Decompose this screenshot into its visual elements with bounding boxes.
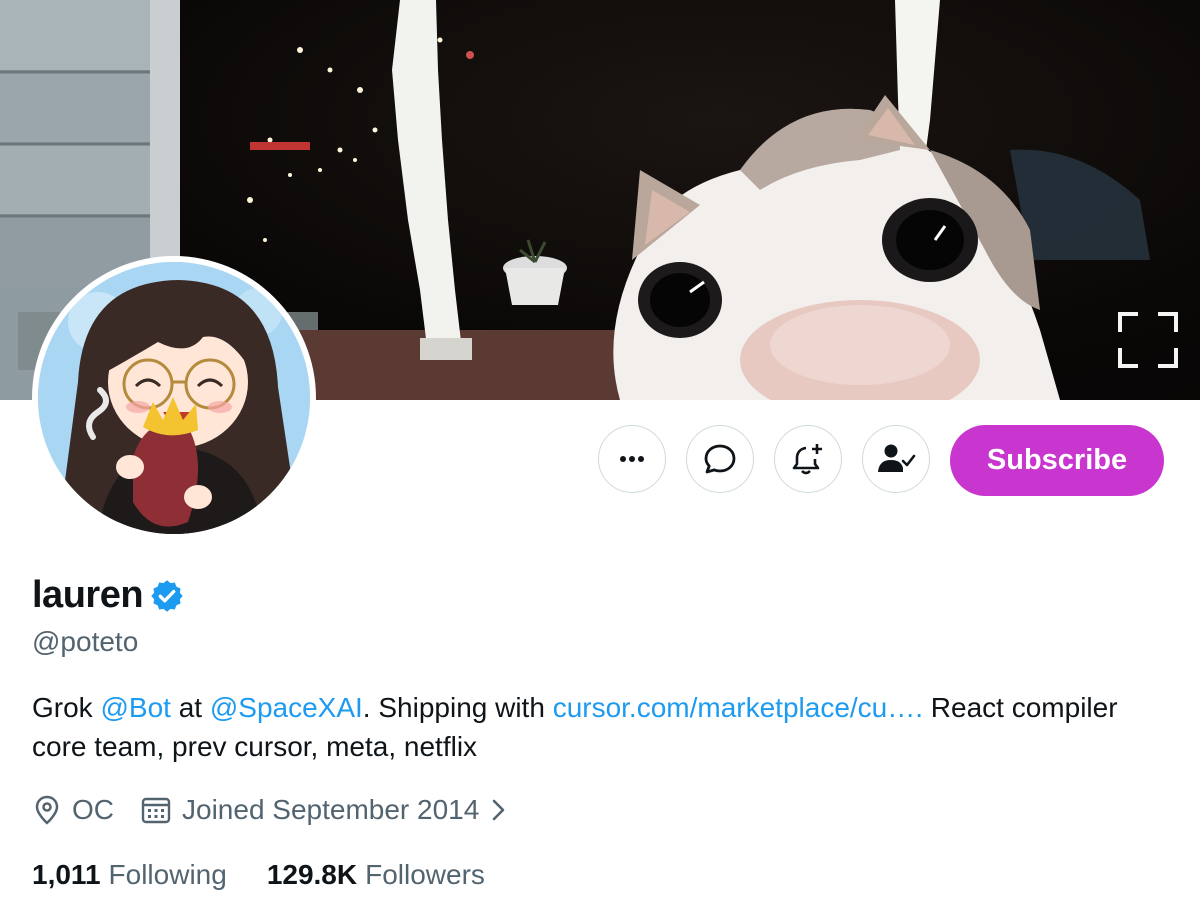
- location-item: OC: [32, 794, 114, 826]
- display-name: lauren: [32, 573, 144, 616]
- bio-text: . Shipping with: [362, 692, 553, 723]
- expand-banner-button[interactable]: [1112, 308, 1184, 372]
- followers-label: Followers: [365, 859, 485, 890]
- joined-date-text: Joined September 2014: [182, 794, 480, 825]
- profile-avatar[interactable]: [32, 256, 316, 540]
- following-button[interactable]: [862, 425, 930, 493]
- followers-stat-link[interactable]: 129.8K Followers: [267, 859, 485, 891]
- subscribe-button[interactable]: Subscribe: [950, 425, 1164, 496]
- following-count: 1,011: [32, 859, 101, 890]
- following-label: Following: [108, 859, 227, 890]
- fullscreen-icon: [1118, 312, 1178, 368]
- location-text: OC: [72, 794, 114, 825]
- calendar-icon: [141, 797, 171, 824]
- location-pin-icon: [35, 795, 59, 825]
- chevron-right-icon: [493, 799, 505, 821]
- user-handle: @poteto: [32, 626, 139, 657]
- following-user-icon: [878, 444, 916, 472]
- bio-url-link[interactable]: cursor.com/marketplace/cu….: [553, 692, 923, 723]
- avatar-illustration: [38, 262, 310, 534]
- mention-link-spacexai[interactable]: @SpaceXAI: [210, 692, 363, 723]
- profile-bio: Grok @Bot at @SpaceXAI. Shipping with cu…: [32, 688, 1152, 766]
- message-icon: [704, 444, 736, 474]
- notification-bell-icon: [792, 444, 822, 475]
- more-options-button[interactable]: [598, 425, 666, 493]
- verified-badge-icon[interactable]: [149, 578, 185, 614]
- bio-text: at: [170, 692, 210, 723]
- following-stat-link[interactable]: 1,011 Following: [32, 859, 227, 891]
- profile-stats: 1,011 Following 129.8K Followers: [32, 855, 485, 895]
- joined-date-item[interactable]: Joined September 2014: [140, 794, 521, 826]
- profile-name-row: lauren: [32, 570, 185, 620]
- more-icon: [620, 456, 644, 462]
- mention-link-bot[interactable]: @Bot: [100, 692, 170, 723]
- notifications-button[interactable]: [774, 425, 842, 493]
- bio-text: Grok: [32, 692, 101, 723]
- profile-meta-row: OC Joined September 2014: [32, 790, 521, 830]
- message-button[interactable]: [686, 425, 754, 493]
- followers-count: 129.8K: [266, 859, 358, 890]
